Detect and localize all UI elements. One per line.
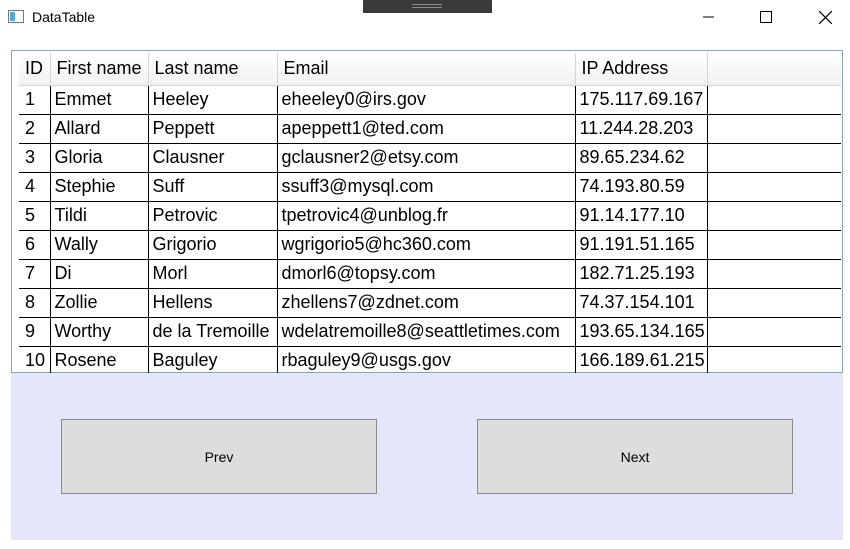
cell-ip-address[interactable]: 11.244.28.203 [575, 114, 708, 144]
cell-filler [707, 230, 841, 260]
table-row[interactable]: 5 Tildi Petrovic tpetrovic4@unblog.fr 91… [19, 201, 841, 231]
cell-last-name[interactable]: Heeley [148, 85, 278, 115]
minimize-button[interactable] [686, 0, 732, 34]
cell-email[interactable]: eheeley0@irs.gov [277, 85, 576, 115]
cell-first-name[interactable]: Wally [50, 230, 149, 260]
cell-ip-address[interactable]: 89.65.234.62 [575, 143, 708, 173]
cell-last-name[interactable]: Petrovic [148, 201, 278, 231]
cell-ip-address[interactable]: 193.65.134.165 [575, 317, 708, 347]
table-row[interactable]: 6 Wally Grigorio wgrigorio5@hc360.com 91… [19, 230, 841, 260]
cell-id[interactable]: 10 [19, 346, 51, 376]
data-table: ID First name Last name Email IP Address… [19, 53, 841, 376]
column-header-first-name[interactable]: First name [50, 53, 149, 86]
cell-filler [707, 85, 841, 115]
button-panel: Prev Next [11, 373, 843, 540]
column-header-ip-address[interactable]: IP Address [575, 53, 708, 86]
cell-filler [707, 288, 841, 318]
cell-last-name[interactable]: Suff [148, 172, 278, 202]
column-header-filler [707, 53, 841, 86]
cell-id[interactable]: 5 [19, 201, 51, 231]
table-row[interactable]: 2 Allard Peppett apeppett1@ted.com 11.24… [19, 114, 841, 144]
cell-first-name[interactable]: Worthy [50, 317, 149, 347]
cell-last-name[interactable]: Clausner [148, 143, 278, 173]
cell-filler [707, 114, 841, 144]
cell-first-name[interactable]: Tildi [50, 201, 149, 231]
cell-id[interactable]: 4 [19, 172, 51, 202]
column-header-id[interactable]: ID [19, 53, 51, 86]
prev-button[interactable]: Prev [61, 419, 377, 494]
maximize-button[interactable] [743, 0, 789, 34]
cell-id[interactable]: 7 [19, 259, 51, 289]
cell-email[interactable]: apeppett1@ted.com [277, 114, 576, 144]
header-row: ID First name Last name Email IP Address [19, 53, 841, 86]
window-app-icon [8, 10, 24, 23]
table-row[interactable]: 10 Rosene Baguley rbaguley9@usgs.gov 166… [19, 346, 841, 376]
cell-ip-address[interactable]: 175.117.69.167 [575, 85, 708, 115]
column-header-last-name[interactable]: Last name [148, 53, 278, 86]
cell-id[interactable]: 2 [19, 114, 51, 144]
table-row[interactable]: 9 Worthy de la Tremoille wdelatremoille8… [19, 317, 841, 347]
cell-filler [707, 317, 841, 347]
table-row[interactable]: 4 Stephie Suff ssuff3@mysql.com 74.193.8… [19, 172, 841, 202]
table-row[interactable]: 3 Gloria Clausner gclausner2@etsy.com 89… [19, 143, 841, 173]
close-button[interactable] [802, 0, 848, 34]
cell-ip-address[interactable]: 166.189.61.215 [575, 346, 708, 376]
cell-email[interactable]: dmorl6@topsy.com [277, 259, 576, 289]
cell-ip-address[interactable]: 91.191.51.165 [575, 230, 708, 260]
cell-id[interactable]: 3 [19, 143, 51, 173]
cell-first-name[interactable]: Di [50, 259, 149, 289]
next-button[interactable]: Next [477, 419, 793, 494]
drag-handle[interactable] [363, 0, 492, 13]
cell-last-name[interactable]: de la Tremoille [148, 317, 278, 347]
cell-email[interactable]: wdelatremoille8@seattletimes.com [277, 317, 576, 347]
title-bar[interactable]: DataTable [0, 0, 850, 36]
cell-ip-address[interactable]: 74.37.154.101 [575, 288, 708, 318]
cell-filler [707, 259, 841, 289]
cell-filler [707, 172, 841, 202]
cell-id[interactable]: 6 [19, 230, 51, 260]
cell-email[interactable]: ssuff3@mysql.com [277, 172, 576, 202]
cell-email[interactable]: tpetrovic4@unblog.fr [277, 201, 576, 231]
cell-id[interactable]: 1 [19, 85, 51, 115]
data-grid[interactable]: ID First name Last name Email IP Address… [11, 50, 843, 376]
cell-id[interactable]: 8 [19, 288, 51, 318]
table-row[interactable]: 1 Emmet Heeley eheeley0@irs.gov 175.117.… [19, 85, 841, 115]
cell-last-name[interactable]: Peppett [148, 114, 278, 144]
cell-first-name[interactable]: Allard [50, 114, 149, 144]
cell-last-name[interactable]: Morl [148, 259, 278, 289]
cell-first-name[interactable]: Emmet [50, 85, 149, 115]
cell-first-name[interactable]: Zollie [50, 288, 149, 318]
cell-last-name[interactable]: Grigorio [148, 230, 278, 260]
minimize-icon [703, 16, 714, 18]
cell-first-name[interactable]: Stephie [50, 172, 149, 202]
window-title: DataTable [32, 9, 96, 25]
cell-ip-address[interactable]: 74.193.80.59 [575, 172, 708, 202]
cell-ip-address[interactable]: 91.14.177.10 [575, 201, 708, 231]
cell-id[interactable]: 9 [19, 317, 51, 347]
cell-filler [707, 201, 841, 231]
table-row[interactable]: 8 Zollie Hellens zhellens7@zdnet.com 74.… [19, 288, 841, 318]
cell-email[interactable]: rbaguley9@usgs.gov [277, 346, 576, 376]
maximize-icon [760, 11, 772, 23]
cell-email[interactable]: gclausner2@etsy.com [277, 143, 576, 173]
cell-ip-address[interactable]: 182.71.25.193 [575, 259, 708, 289]
table-row[interactable]: 7 Di Morl dmorl6@topsy.com 182.71.25.193 [19, 259, 841, 289]
close-icon [818, 10, 832, 24]
cell-first-name[interactable]: Gloria [50, 143, 149, 173]
cell-filler [707, 346, 841, 376]
cell-first-name[interactable]: Rosene [50, 346, 149, 376]
cell-last-name[interactable]: Baguley [148, 346, 278, 376]
cell-filler [707, 143, 841, 173]
cell-email[interactable]: wgrigorio5@hc360.com [277, 230, 576, 260]
cell-last-name[interactable]: Hellens [148, 288, 278, 318]
column-header-email[interactable]: Email [277, 53, 576, 86]
cell-email[interactable]: zhellens7@zdnet.com [277, 288, 576, 318]
